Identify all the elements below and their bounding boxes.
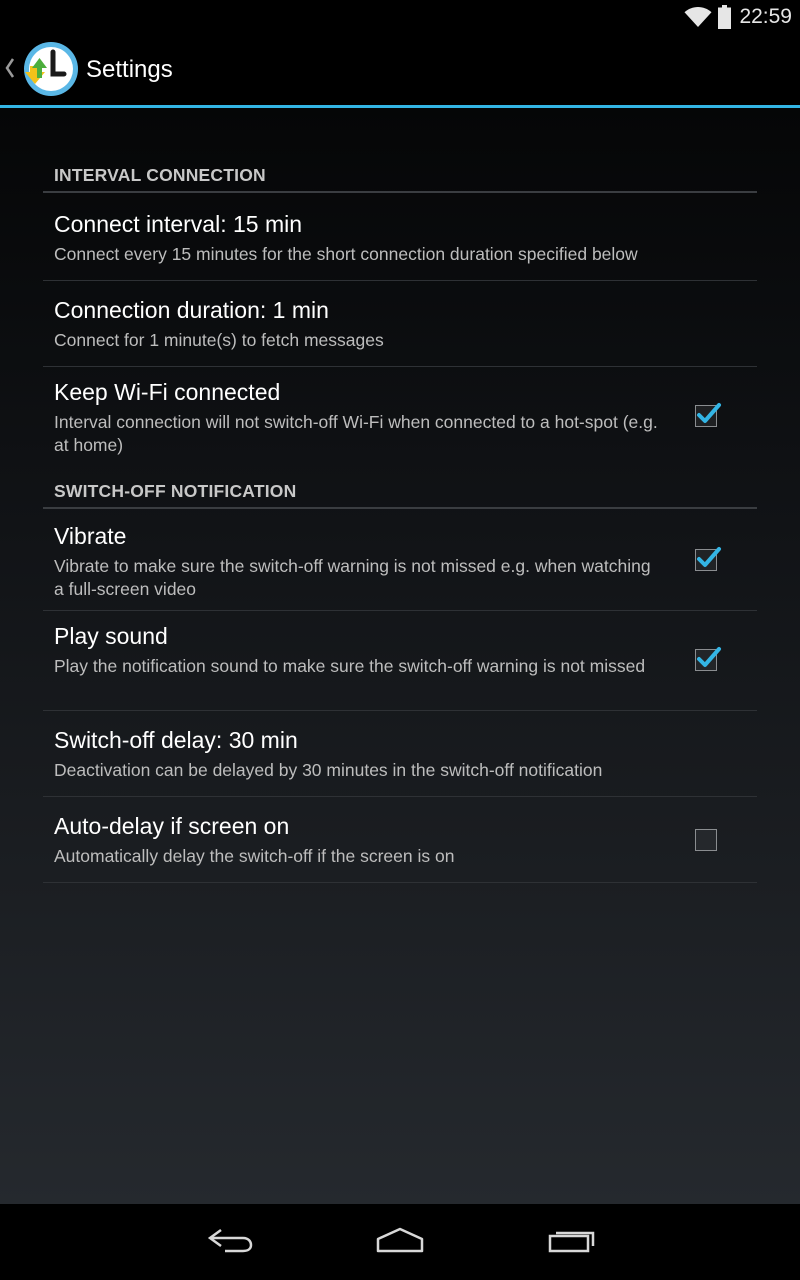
home-icon xyxy=(375,1227,425,1258)
page-title: Settings xyxy=(86,56,173,83)
back-icon xyxy=(207,1227,253,1258)
check-mark-icon xyxy=(697,647,721,667)
up-caret-icon xyxy=(5,57,15,84)
recents-icon xyxy=(547,1227,595,1258)
pref-connect-interval[interactable]: Connect interval: 15 min Connect every 1… xyxy=(43,194,757,281)
recents-button[interactable] xyxy=(516,1204,626,1280)
home-button[interactable] xyxy=(345,1204,455,1280)
pref-title: Vibrate xyxy=(54,523,127,549)
pref-summary: Automatically delay the switch-off if th… xyxy=(54,846,455,866)
pref-play-sound[interactable]: Play sound Play the notification sound t… xyxy=(43,610,757,711)
status-bar: 22:59 xyxy=(0,0,800,33)
settings-screen: 22:59 Settings INTERVAL CONNECTION Conne… xyxy=(0,0,800,1280)
category-switch-off-notification: SWITCH-OFF NOTIFICATION xyxy=(43,476,757,510)
status-icons: 22:59 xyxy=(684,0,792,33)
pref-summary: Connect for 1 minute(s) to fetch message… xyxy=(54,330,384,350)
pref-auto-delay[interactable]: Auto-delay if screen on Automatically de… xyxy=(43,796,757,883)
category-title: SWITCH-OFF NOTIFICATION xyxy=(54,481,297,501)
pref-summary: Deactivation can be delayed by 30 minute… xyxy=(54,760,603,780)
clock: 22:59 xyxy=(739,4,792,28)
pref-title: Connection duration: 1 min xyxy=(54,297,329,323)
category-title: INTERVAL CONNECTION xyxy=(54,165,266,185)
pref-vibrate[interactable]: Vibrate Vibrate to make sure the switch-… xyxy=(43,510,757,611)
pref-summary: Play the notification sound to make sure… xyxy=(54,656,646,676)
pref-title: Play sound xyxy=(54,623,168,649)
pref-summary: Vibrate to make sure the switch-off warn… xyxy=(54,556,651,599)
keep-wifi-checkbox[interactable] xyxy=(695,403,721,427)
pref-connection-duration[interactable]: Connection duration: 1 min Connect for 1… xyxy=(43,280,757,367)
navigation-bar xyxy=(0,1204,800,1280)
pref-title: Keep Wi-Fi connected xyxy=(54,379,281,405)
play-sound-checkbox[interactable] xyxy=(695,647,721,671)
check-mark-icon xyxy=(697,547,721,567)
back-button[interactable] xyxy=(175,1204,285,1280)
home-up-button[interactable] xyxy=(0,33,82,105)
preference-list[interactable]: INTERVAL CONNECTION Connect interval: 15… xyxy=(0,108,800,1204)
app-logo-icon xyxy=(22,40,80,98)
pref-title: Auto-delay if screen on xyxy=(54,813,290,839)
pref-switch-off-delay[interactable]: Switch-off delay: 30 min Deactivation ca… xyxy=(43,710,757,797)
pref-title: Connect interval: 15 min xyxy=(54,211,303,237)
checkbox-box xyxy=(695,829,717,851)
pref-keep-wifi-connected[interactable]: Keep Wi-Fi connected Interval connection… xyxy=(43,366,757,466)
pref-summary: Connect every 15 minutes for the short c… xyxy=(54,244,638,264)
wifi-icon xyxy=(684,6,712,28)
action-bar: Settings xyxy=(0,33,800,105)
auto-delay-checkbox[interactable] xyxy=(695,829,717,851)
battery-icon xyxy=(718,4,732,29)
category-interval-connection: INTERVAL CONNECTION xyxy=(43,160,757,194)
check-mark-icon xyxy=(697,403,721,423)
category-divider xyxy=(43,191,757,193)
vibrate-checkbox[interactable] xyxy=(695,547,721,571)
category-divider xyxy=(43,507,757,509)
pref-title: Switch-off delay: 30 min xyxy=(54,727,298,753)
pref-divider xyxy=(43,882,757,883)
pref-summary: Interval connection will not switch-off … xyxy=(54,412,658,455)
